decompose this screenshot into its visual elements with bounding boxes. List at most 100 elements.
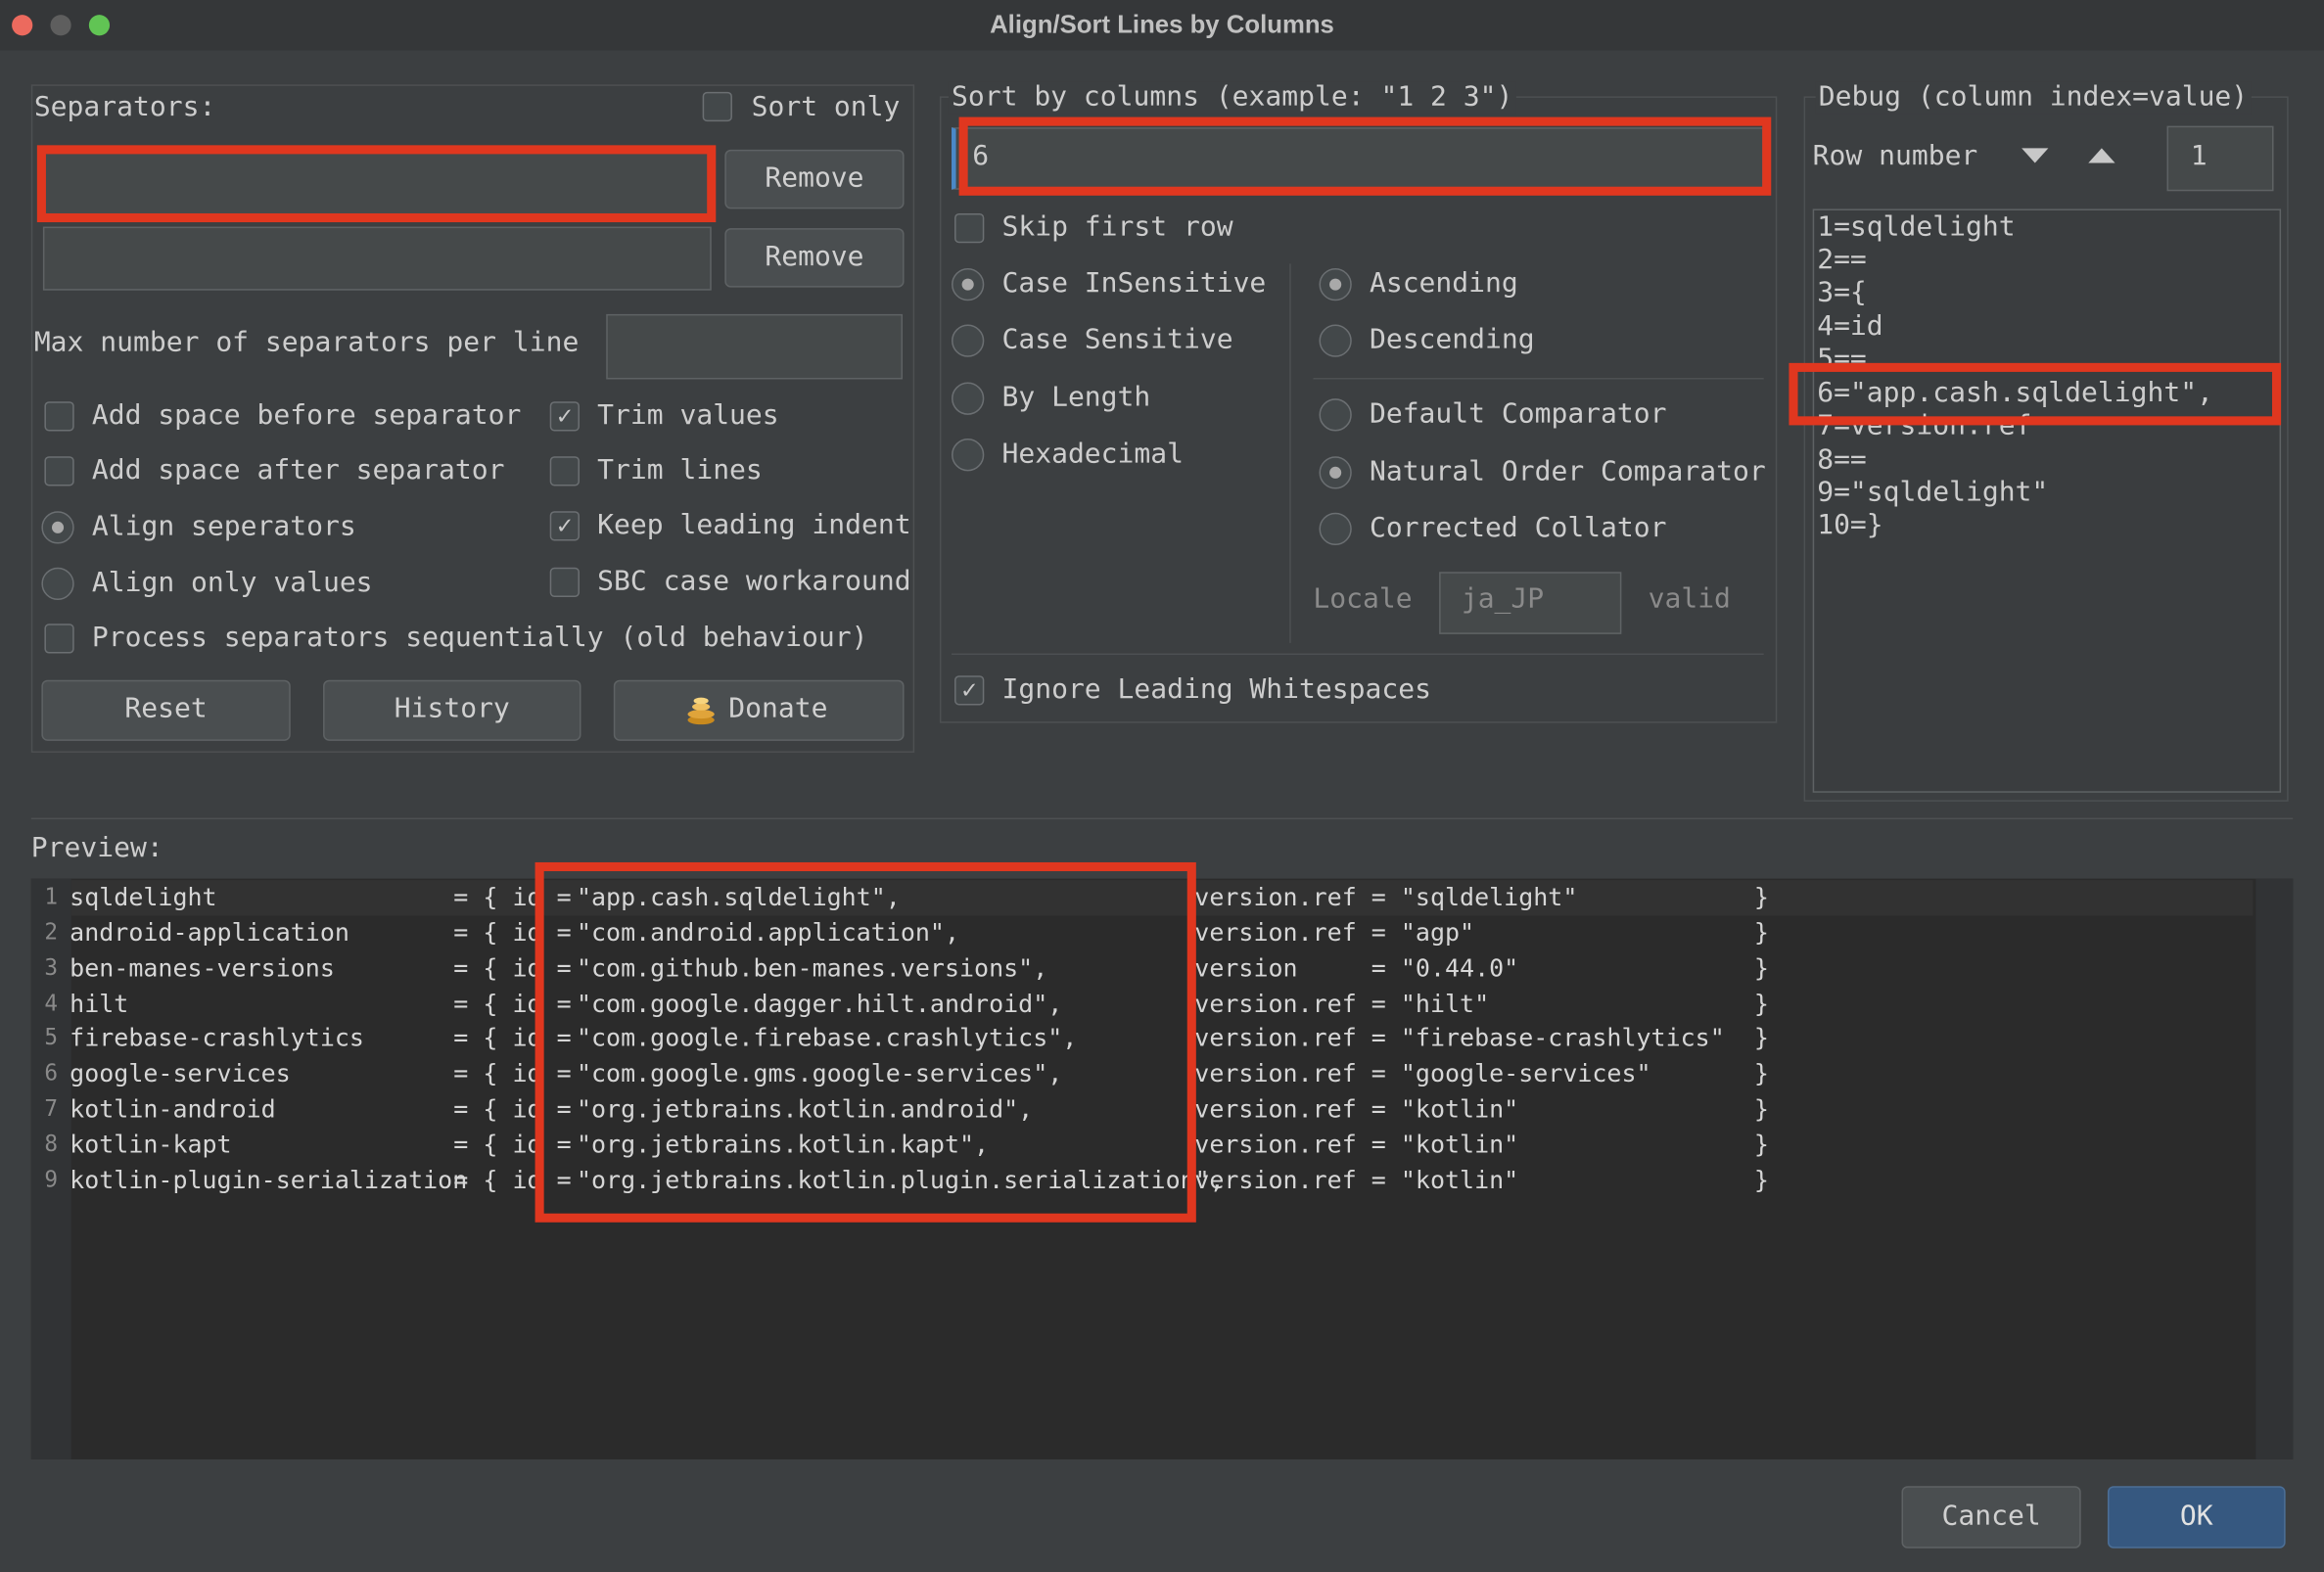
add-space-after-checkbox[interactable]	[44, 456, 74, 486]
trim-lines-label: Trim lines	[597, 454, 763, 486]
skip-first-row-label: Skip first row	[1001, 211, 1233, 244]
max-separators-input[interactable]	[606, 313, 904, 380]
keep-indent-label: Keep leading indent	[597, 509, 911, 541]
preview-version: version = "0.44.0" }	[1194, 953, 1769, 983]
preview-name: kotlin-plugin-serialization	[70, 1166, 483, 1195]
preview-name: firebase-crashlytics	[70, 1023, 483, 1052]
donate-button[interactable]: Donate	[613, 679, 905, 741]
add-space-before-checkbox[interactable]	[44, 401, 74, 432]
remove-button-2[interactable]: Remove	[724, 228, 905, 288]
locale-label: Locale	[1313, 583, 1413, 616]
descending-label: Descending	[1369, 324, 1535, 356]
trim-values-label: Trim values	[597, 399, 779, 432]
ignore-whitespace-label: Ignore Leading Whitespaces	[1001, 673, 1431, 706]
sort-only-checkbox[interactable]	[702, 91, 732, 122]
line-number: 6	[44, 1059, 59, 1087]
history-button[interactable]: History	[323, 679, 581, 741]
trim-lines-checkbox[interactable]	[549, 456, 580, 486]
preview-label: Preview:	[30, 832, 163, 864]
preview-scrollbar[interactable]	[2255, 878, 2294, 1459]
keep-indent-checkbox[interactable]: ✓	[549, 511, 580, 541]
preview-version: version.ref = "google-services" }	[1194, 1059, 1769, 1088]
window-title: Align/Sort Lines by Columns	[990, 10, 1334, 39]
debug-label: Debug (column index=value)	[1815, 81, 2252, 115]
preview-name: android-application	[70, 918, 483, 948]
ignore-divider	[952, 653, 1764, 656]
align-separators-radio[interactable]	[41, 511, 74, 544]
preview-version: version.ref = "kotlin" }	[1194, 1166, 1769, 1195]
sort-columns-label: Sort by columns (example: "1 2 3")	[948, 81, 1516, 115]
process-sequential-label: Process separators sequentially (old beh…	[91, 622, 868, 654]
case-sensitive-radio[interactable]	[952, 324, 985, 357]
row-number-value: 1	[2190, 140, 2208, 172]
ok-button[interactable]: OK	[2107, 1486, 2286, 1549]
locale-status: valid	[1648, 583, 1731, 616]
row-number-label: Row number	[1812, 140, 1978, 172]
preview-version: version.ref = "agp" }	[1194, 918, 1769, 948]
reset-button[interactable]: Reset	[41, 679, 291, 741]
row-number-input[interactable]	[2166, 125, 2274, 192]
sbc-label: SBC case workaround	[597, 566, 911, 598]
coins-icon	[684, 693, 717, 725]
align-separators-label: Align seperators	[91, 511, 356, 543]
ignore-whitespace-checkbox[interactable]: ✓	[954, 675, 985, 706]
preview-name: google-services	[70, 1059, 483, 1088]
ascending-radio[interactable]	[1319, 267, 1352, 301]
preview-name: kotlin-android	[70, 1094, 483, 1124]
default-comparator-radio[interactable]	[1319, 398, 1352, 432]
case-insensitive-label: Case InSensitive	[1001, 267, 1267, 300]
sbc-checkbox[interactable]	[549, 567, 580, 598]
hexadecimal-label: Hexadecimal	[1001, 439, 1185, 470]
debug-line: 2==	[1817, 244, 1867, 276]
highlight-sorted-column	[535, 861, 1196, 1223]
preview-version: version.ref = "kotlin" }	[1194, 1130, 1769, 1159]
preview-version: version.ref = "hilt" }	[1194, 990, 1769, 1018]
by-length-label: By Length	[1001, 382, 1151, 414]
line-number: 3	[44, 953, 59, 982]
ascending-label: Ascending	[1369, 267, 1518, 300]
preview-name: hilt	[70, 990, 483, 1018]
preview-name: sqldelight	[70, 883, 483, 911]
separators-label: Separators:	[33, 91, 216, 123]
natural-comparator-radio[interactable]	[1319, 456, 1352, 489]
row-up-icon[interactable]	[2085, 144, 2117, 164]
debug-line: 9="sqldelight"	[1817, 477, 2049, 509]
max-separators-label: Max number of separators per line	[33, 327, 580, 359]
add-space-after-label: Add space after separator	[91, 454, 505, 486]
by-length-radio[interactable]	[952, 382, 985, 415]
default-comparator-label: Default Comparator	[1369, 398, 1667, 430]
separator-input-2[interactable]	[42, 226, 712, 291]
line-number: 2	[44, 918, 59, 946]
sort-only-label: Sort only	[751, 91, 901, 123]
preview-name: kotlin-kapt	[70, 1130, 483, 1159]
cancel-button[interactable]: Cancel	[1901, 1486, 2081, 1549]
case-sensitive-label: Case Sensitive	[1001, 324, 1233, 356]
align-values-radio[interactable]	[41, 567, 74, 601]
debug-line: 8==	[1817, 444, 1867, 476]
process-sequential-checkbox[interactable]	[44, 624, 74, 654]
hexadecimal-radio[interactable]	[952, 439, 985, 472]
section-divider	[30, 817, 2294, 820]
trim-values-checkbox[interactable]: ✓	[549, 401, 580, 432]
debug-line: 1=sqldelight	[1817, 211, 2016, 244]
remove-button-1[interactable]: Remove	[724, 149, 905, 209]
line-number: 7	[44, 1094, 59, 1122]
debug-line: 10=}	[1817, 509, 1883, 541]
locale-value: ja_JP	[1461, 583, 1545, 616]
corrected-collator-label: Corrected Collator	[1369, 512, 1667, 544]
case-insensitive-radio[interactable]	[952, 267, 985, 301]
line-number: 5	[44, 1023, 59, 1051]
add-space-before-label: Add space before separator	[91, 399, 522, 432]
highlight-debug-line	[1789, 362, 2282, 426]
line-number: 1	[44, 883, 59, 910]
descending-radio[interactable]	[1319, 324, 1352, 357]
highlight-sort-input	[958, 116, 1772, 196]
skip-first-row-checkbox[interactable]	[954, 212, 985, 244]
corrected-collator-radio[interactable]	[1319, 512, 1352, 546]
natural-comparator-label: Natural Order Comparator	[1369, 456, 1766, 487]
align-values-label: Align only values	[91, 567, 373, 599]
line-number: 9	[44, 1166, 59, 1193]
highlight-separator-input	[36, 145, 717, 223]
row-down-icon[interactable]	[2019, 144, 2051, 164]
order-divider	[1313, 377, 1764, 380]
